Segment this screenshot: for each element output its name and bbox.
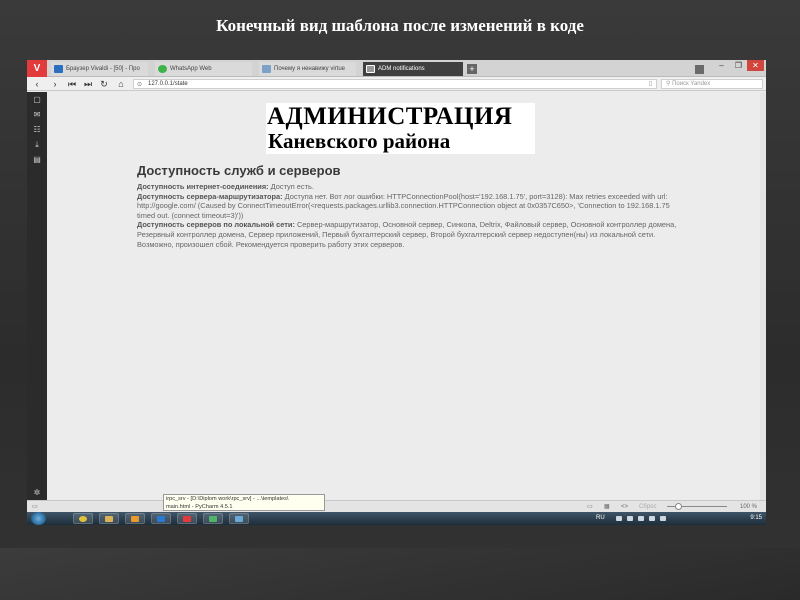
tab-favicon-icon xyxy=(54,65,63,73)
minimize-icon[interactable]: – xyxy=(713,60,730,71)
forward-icon[interactable]: › xyxy=(48,77,62,91)
status-report: Доступность интернет-соединения: Доступ … xyxy=(137,182,677,249)
taskbar-pycharm[interactable] xyxy=(203,513,223,524)
contacts-icon[interactable]: ☷ xyxy=(32,125,42,135)
taskbar-media-player[interactable] xyxy=(125,513,145,524)
reload-icon[interactable]: ↻ xyxy=(97,77,111,91)
taskbar-explorer[interactable] xyxy=(99,513,119,524)
tab-article[interactable]: Почему я ненавижу virtue xyxy=(259,62,356,76)
tab-favicon-icon xyxy=(158,65,167,73)
app-icon xyxy=(235,516,243,522)
logo: АДМИНИСТРАЦИЯ Каневского района xyxy=(266,103,535,154)
search-input[interactable]: ⚲ Поиск Yandex xyxy=(661,79,763,89)
trash-icon[interactable] xyxy=(695,65,704,74)
slide-title: Конечный вид шаблона после изменений в к… xyxy=(216,16,584,35)
internet-value: Доступ есть. xyxy=(270,182,314,191)
browser-screenshot: V Браузер Vivaldi - [50] - Про WhatsApp … xyxy=(27,60,766,525)
chrome-icon xyxy=(79,516,87,522)
explorer-icon xyxy=(105,516,113,522)
taskbar-outlook[interactable] xyxy=(151,513,171,524)
page-title: Доступность служб и серверов xyxy=(137,163,341,178)
page-actions-icon[interactable]: <> xyxy=(621,502,628,512)
tooltip-line-1: irpc_srv - [D:\Diplom work\rpc_srv] - ..… xyxy=(166,496,289,502)
window-controls: – ❐ ✕ xyxy=(713,60,764,72)
fast-forward-icon[interactable]: ⏭ xyxy=(81,77,95,91)
tab-label: WhatsApp Web xyxy=(170,66,212,72)
system-tray: RU 9:15 xyxy=(592,512,762,525)
status-bar: ▭ ▭ ▦ <> Сброс 100 % xyxy=(27,500,766,512)
tiling-icon[interactable]: ▭ xyxy=(587,502,593,512)
home-icon[interactable]: ⌂ xyxy=(114,77,128,91)
site-info-icon[interactable]: ⊙ xyxy=(137,81,142,90)
logo-line-1: АДМИНИСТРАЦИЯ xyxy=(267,103,513,130)
tab-adm-notifications[interactable]: ADM notifications xyxy=(363,62,463,76)
image-icon[interactable]: ▦ xyxy=(604,502,610,512)
address-bar: ‹ › ⏮ ⏭ ↻ ⌂ ⊙ 127.0.0.1/state ▯ ⚲ Поиск … xyxy=(27,77,766,91)
tooltip-line-2: main.html - PyCharm 4.5.1 xyxy=(166,503,233,510)
tab-favicon-icon xyxy=(262,65,271,73)
taskbar-app[interactable] xyxy=(229,513,249,524)
settings-icon[interactable]: ✲ xyxy=(32,488,42,498)
web-page: АДМИНИСТРАЦИЯ Каневского района Доступно… xyxy=(47,92,766,500)
local-network-label: Доступность серверов по локальной сети: xyxy=(137,220,295,230)
vertical-scrollbar[interactable] xyxy=(760,92,766,500)
tray-app-icon[interactable] xyxy=(627,516,633,521)
vivaldi-menu-icon[interactable]: V xyxy=(27,60,47,77)
zoom-slider-handle[interactable] xyxy=(675,503,682,510)
zoom-level: 100 % xyxy=(740,504,758,510)
tab-label: Браузер Vivaldi - [50] - Про xyxy=(66,66,140,72)
close-icon[interactable]: ✕ xyxy=(747,60,764,71)
bookmark-icon[interactable]: ▢ xyxy=(32,95,42,105)
outlook-icon xyxy=(157,516,165,522)
media-player-icon xyxy=(131,516,139,522)
taskbar-tooltip: irpc_srv - [D:\Diplom work\rpc_srv] - ..… xyxy=(163,494,325,511)
back-icon[interactable]: ‹ xyxy=(30,77,44,91)
bookmark-page-icon[interactable]: ▯ xyxy=(649,80,652,89)
notes-icon[interactable]: ▤ xyxy=(32,155,42,165)
taskbar-chrome[interactable] xyxy=(73,513,93,524)
router-label: Доступность сервера-маршрутизатора: xyxy=(137,191,283,201)
tab-vivaldi[interactable]: Браузер Vivaldi - [50] - Про xyxy=(51,62,148,76)
panel-toggle-icon[interactable]: ▭ xyxy=(32,502,38,512)
taskbar: RU 9:15 xyxy=(27,512,766,525)
tab-label: ADM notifications xyxy=(378,66,425,72)
url-text: 127.0.0.1/state xyxy=(148,81,188,87)
tab-favicon-icon xyxy=(366,65,375,73)
side-panel: ▢ ✉ ☷ ⤓ ▤ ✲ xyxy=(27,92,47,500)
vivaldi-icon xyxy=(183,516,191,522)
clock: 9:15 xyxy=(750,515,762,521)
logo-line-2: Каневского района xyxy=(268,129,451,153)
internet-label: Доступность интернет-соединения: xyxy=(137,182,269,191)
network-icon[interactable] xyxy=(616,516,622,521)
battery-icon[interactable] xyxy=(638,516,644,521)
tab-bar: V Браузер Vivaldi - [50] - Про WhatsApp … xyxy=(27,60,766,77)
language-indicator[interactable]: RU xyxy=(596,512,605,525)
url-input[interactable]: ⊙ 127.0.0.1/state ▯ xyxy=(133,79,657,89)
download-icon[interactable]: ⤓ xyxy=(32,140,42,150)
volume-icon[interactable] xyxy=(660,516,666,521)
new-tab-button[interactable]: + xyxy=(467,64,477,74)
zoom-reset-button[interactable]: Сброс xyxy=(639,502,656,512)
pycharm-icon xyxy=(209,516,217,522)
rewind-icon[interactable]: ⏮ xyxy=(65,77,79,91)
start-button[interactable] xyxy=(31,512,46,525)
mail-icon[interactable]: ✉ xyxy=(32,110,42,120)
search-placeholder: Поиск Yandex xyxy=(672,81,711,87)
flag-icon[interactable] xyxy=(649,516,655,521)
taskbar-vivaldi[interactable] xyxy=(177,513,197,524)
tab-whatsapp[interactable]: WhatsApp Web xyxy=(155,62,252,76)
maximize-icon[interactable]: ❐ xyxy=(730,60,747,71)
tab-label: Почему я ненавижу virtue xyxy=(274,66,346,72)
